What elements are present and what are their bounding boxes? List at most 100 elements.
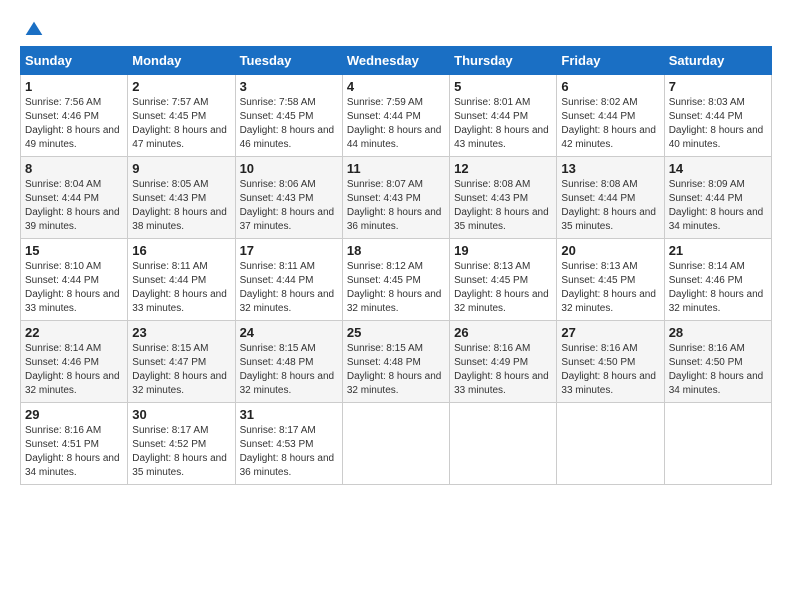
calendar-week-row: 1 Sunrise: 7:56 AMSunset: 4:46 PMDaylight… [21,75,772,157]
day-info: Sunrise: 7:56 AMSunset: 4:46 PMDaylight:… [25,96,123,152]
day-number: 15 [25,243,123,258]
calendar-week-row: 15 Sunrise: 8:10 AMSunset: 4:44 PMDayligh… [21,239,772,321]
calendar-cell: 12 Sunrise: 8:08 AMSunset: 4:43 PMDayligh… [450,157,557,239]
calendar-week-row: 8 Sunrise: 8:04 AMSunset: 4:44 PMDaylight… [21,157,772,239]
day-info: Sunrise: 8:17 AMSunset: 4:52 PMDaylight:… [132,424,230,480]
day-number: 18 [347,243,445,258]
page-header [20,20,772,36]
day-info: Sunrise: 8:08 AMSunset: 4:43 PMDaylight:… [454,178,552,234]
day-number: 3 [240,79,338,94]
day-info: Sunrise: 8:14 AMSunset: 4:46 PMDaylight:… [25,342,123,398]
day-number: 21 [669,243,767,258]
day-info: Sunrise: 8:11 AMSunset: 4:44 PMDaylight:… [132,260,230,316]
day-info: Sunrise: 8:12 AMSunset: 4:45 PMDaylight:… [347,260,445,316]
calendar-cell [557,403,664,485]
calendar-cell: 2 Sunrise: 7:57 AMSunset: 4:45 PMDaylight… [128,75,235,157]
calendar-cell: 25 Sunrise: 8:15 AMSunset: 4:48 PMDayligh… [342,321,449,403]
calendar-header-row: SundayMondayTuesdayWednesdayThursdayFrid… [21,47,772,75]
calendar-cell: 6Sunrise: 8:02 AMSunset: 4:44 PMDaylight… [557,75,664,157]
calendar-cell: 7 Sunrise: 8:03 AMSunset: 4:44 PMDaylight… [664,75,771,157]
calendar-cell: 24 Sunrise: 8:15 AMSunset: 4:48 PMDayligh… [235,321,342,403]
day-number: 29 [25,407,123,422]
day-info: Sunrise: 8:15 AMSunset: 4:48 PMDaylight:… [347,342,445,398]
calendar-cell: 1 Sunrise: 7:56 AMSunset: 4:46 PMDaylight… [21,75,128,157]
calendar-cell: 23Sunrise: 8:15 AMSunset: 4:47 PMDayligh… [128,321,235,403]
day-number: 25 [347,325,445,340]
day-number: 9 [132,161,230,176]
calendar-week-row: 29 Sunrise: 8:16 AMSunset: 4:51 PMDayligh… [21,403,772,485]
calendar-cell: 11Sunrise: 8:07 AMSunset: 4:43 PMDayligh… [342,157,449,239]
day-info: Sunrise: 8:04 AMSunset: 4:44 PMDaylight:… [25,178,123,234]
day-info: Sunrise: 8:17 AMSunset: 4:53 PMDaylight:… [240,424,338,480]
calendar-cell: 29 Sunrise: 8:16 AMSunset: 4:51 PMDayligh… [21,403,128,485]
calendar-day-header: Monday [128,47,235,75]
day-info: Sunrise: 8:01 AMSunset: 4:44 PMDaylight:… [454,96,552,152]
calendar-day-header: Thursday [450,47,557,75]
day-number: 28 [669,325,767,340]
day-number: 2 [132,79,230,94]
calendar-cell [342,403,449,485]
calendar-cell: 27Sunrise: 8:16 AMSunset: 4:50 PMDayligh… [557,321,664,403]
day-info: Sunrise: 7:57 AMSunset: 4:45 PMDaylight:… [132,96,230,152]
day-number: 14 [669,161,767,176]
calendar-cell: 20Sunrise: 8:13 AMSunset: 4:45 PMDayligh… [557,239,664,321]
calendar-cell: 15 Sunrise: 8:10 AMSunset: 4:44 PMDayligh… [21,239,128,321]
day-number: 13 [561,161,659,176]
day-number: 16 [132,243,230,258]
day-number: 1 [25,79,123,94]
calendar-day-header: Saturday [664,47,771,75]
day-number: 17 [240,243,338,258]
calendar-cell: 19Sunrise: 8:13 AMSunset: 4:45 PMDayligh… [450,239,557,321]
day-number: 4 [347,79,445,94]
calendar-day-header: Wednesday [342,47,449,75]
day-info: Sunrise: 8:10 AMSunset: 4:44 PMDaylight:… [25,260,123,316]
calendar-cell: 31 Sunrise: 8:17 AMSunset: 4:53 PMDayligh… [235,403,342,485]
day-info: Sunrise: 8:03 AMSunset: 4:44 PMDaylight:… [669,96,767,152]
day-info: Sunrise: 8:16 AMSunset: 4:51 PMDaylight:… [25,424,123,480]
day-info: Sunrise: 8:16 AMSunset: 4:49 PMDaylight:… [454,342,552,398]
day-number: 27 [561,325,659,340]
calendar-table: SundayMondayTuesdayWednesdayThursdayFrid… [20,46,772,485]
day-info: Sunrise: 8:05 AMSunset: 4:43 PMDaylight:… [132,178,230,234]
calendar-cell [664,403,771,485]
calendar-cell: 26Sunrise: 8:16 AMSunset: 4:49 PMDayligh… [450,321,557,403]
day-info: Sunrise: 8:09 AMSunset: 4:44 PMDaylight:… [669,178,767,234]
day-info: Sunrise: 8:15 AMSunset: 4:47 PMDaylight:… [132,342,230,398]
day-info: Sunrise: 8:14 AMSunset: 4:46 PMDaylight:… [669,260,767,316]
day-number: 31 [240,407,338,422]
day-number: 7 [669,79,767,94]
day-info: Sunrise: 8:07 AMSunset: 4:43 PMDaylight:… [347,178,445,234]
calendar-day-header: Sunday [21,47,128,75]
calendar-cell: 30 Sunrise: 8:17 AMSunset: 4:52 PMDayligh… [128,403,235,485]
calendar-cell: 17 Sunrise: 8:11 AMSunset: 4:44 PMDayligh… [235,239,342,321]
day-number: 12 [454,161,552,176]
day-info: Sunrise: 7:58 AMSunset: 4:45 PMDaylight:… [240,96,338,152]
day-info: Sunrise: 8:15 AMSunset: 4:48 PMDaylight:… [240,342,338,398]
calendar-day-header: Tuesday [235,47,342,75]
logo-icon [24,20,44,40]
calendar-cell: 16 Sunrise: 8:11 AMSunset: 4:44 PMDayligh… [128,239,235,321]
day-info: Sunrise: 8:08 AMSunset: 4:44 PMDaylight:… [561,178,659,234]
calendar-cell: 22 Sunrise: 8:14 AMSunset: 4:46 PMDayligh… [21,321,128,403]
logo [20,20,44,36]
calendar-cell: 4 Sunrise: 7:59 AMSunset: 4:44 PMDaylight… [342,75,449,157]
calendar-day-header: Friday [557,47,664,75]
calendar-cell: 28Sunrise: 8:16 AMSunset: 4:50 PMDayligh… [664,321,771,403]
day-number: 8 [25,161,123,176]
calendar-cell: 10Sunrise: 8:06 AMSunset: 4:43 PMDayligh… [235,157,342,239]
day-number: 30 [132,407,230,422]
day-number: 5 [454,79,552,94]
calendar-cell: 13 Sunrise: 8:08 AMSunset: 4:44 PMDayligh… [557,157,664,239]
day-number: 22 [25,325,123,340]
calendar-cell: 14 Sunrise: 8:09 AMSunset: 4:44 PMDayligh… [664,157,771,239]
day-info: Sunrise: 8:11 AMSunset: 4:44 PMDaylight:… [240,260,338,316]
day-number: 24 [240,325,338,340]
day-info: Sunrise: 7:59 AMSunset: 4:44 PMDaylight:… [347,96,445,152]
day-info: Sunrise: 8:13 AMSunset: 4:45 PMDaylight:… [454,260,552,316]
calendar-cell: 21 Sunrise: 8:14 AMSunset: 4:46 PMDayligh… [664,239,771,321]
day-number: 6 [561,79,659,94]
calendar-cell [450,403,557,485]
day-number: 10 [240,161,338,176]
calendar-cell: 8 Sunrise: 8:04 AMSunset: 4:44 PMDaylight… [21,157,128,239]
day-info: Sunrise: 8:13 AMSunset: 4:45 PMDaylight:… [561,260,659,316]
